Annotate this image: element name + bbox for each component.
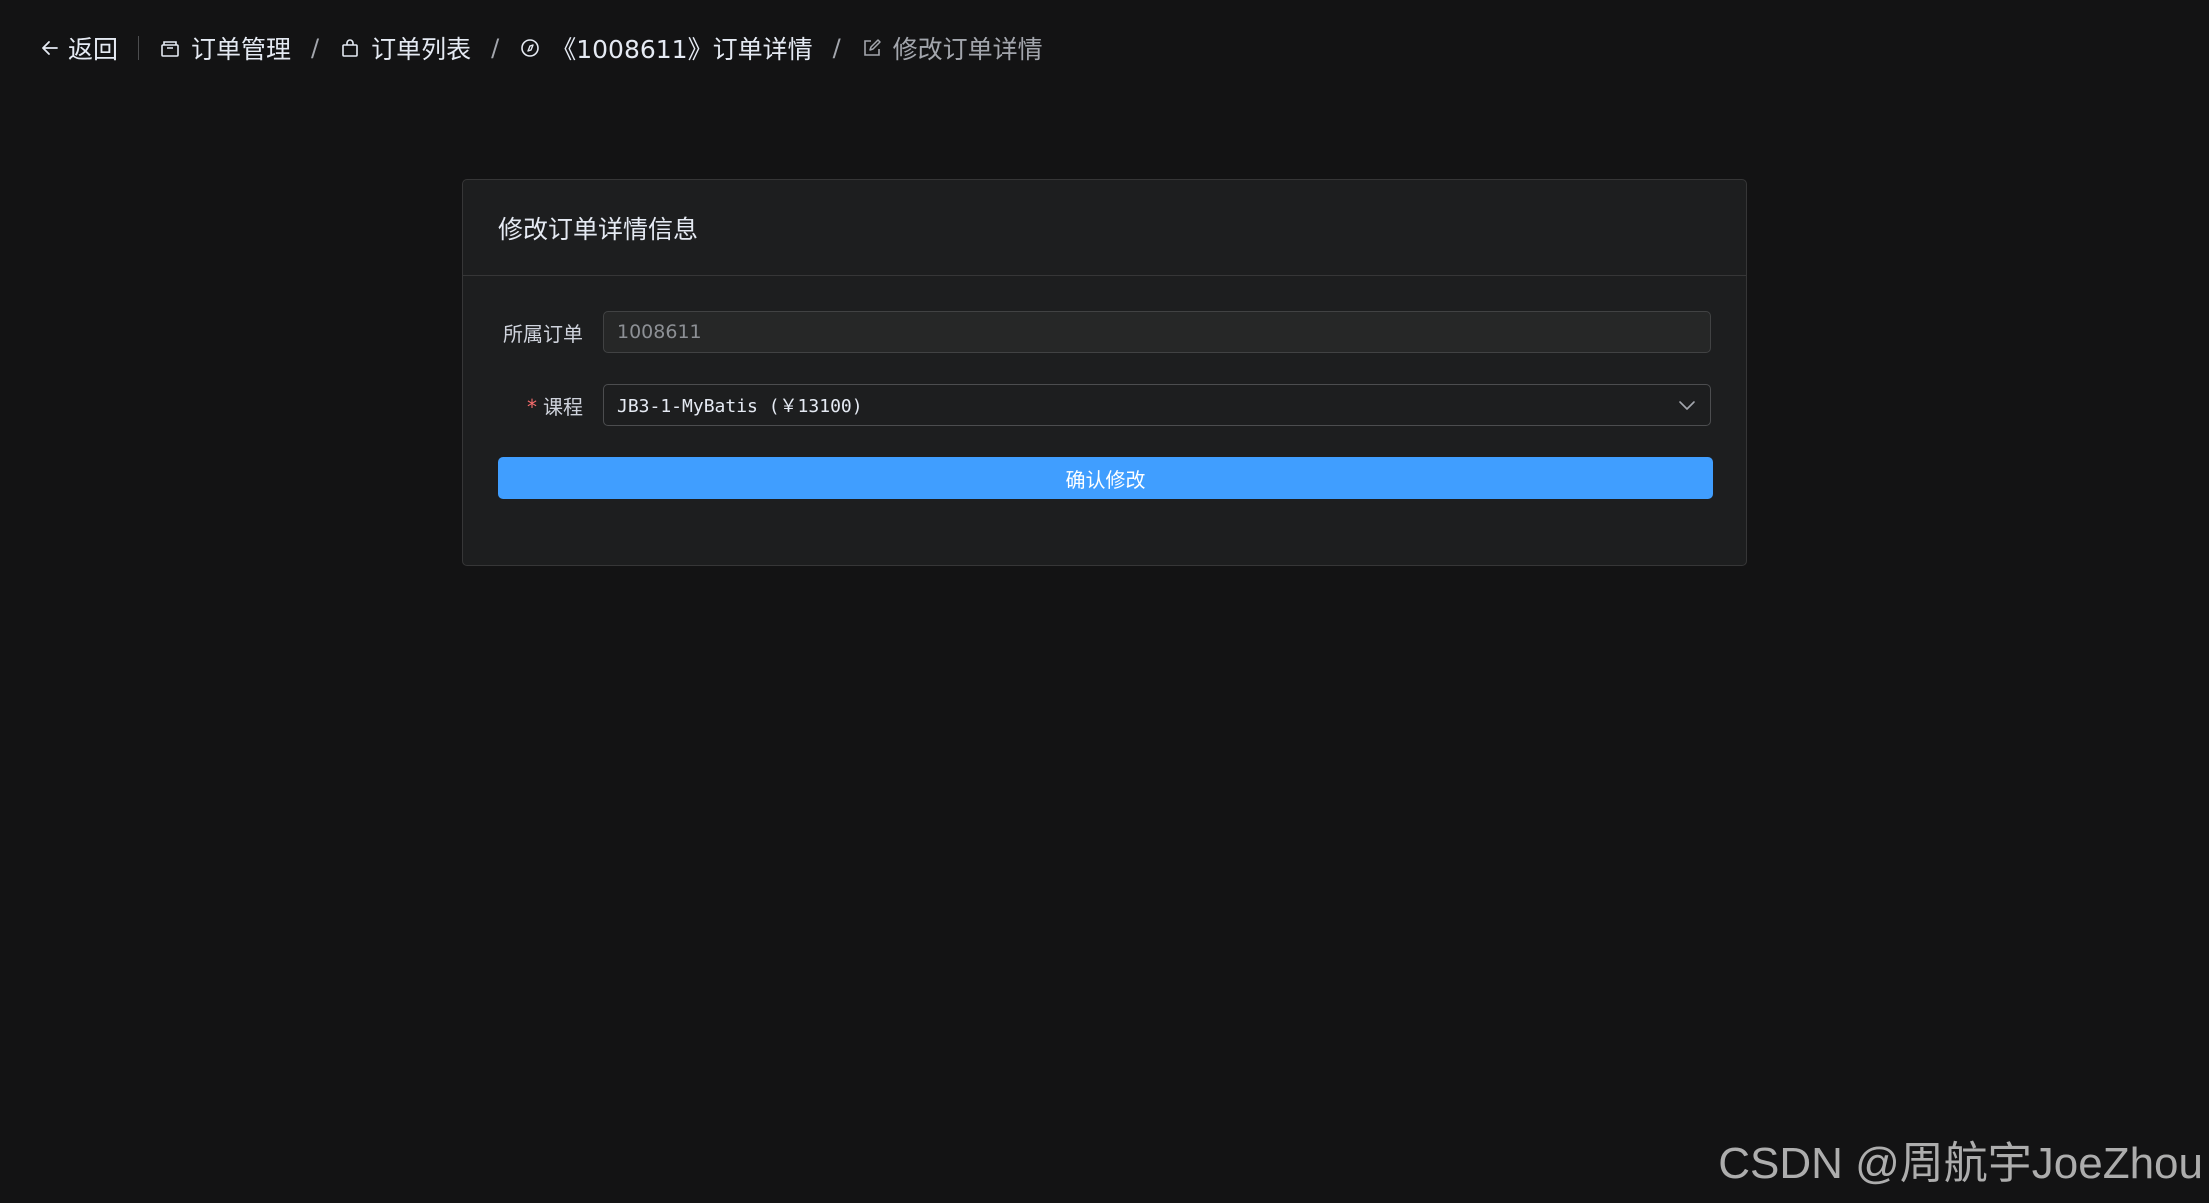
box-icon xyxy=(161,41,179,57)
breadcrumb-separator: / xyxy=(311,34,320,62)
required-mark: * xyxy=(527,394,537,419)
back-button[interactable]: 返回 xyxy=(40,30,118,66)
breadcrumb-label: 订单管理 xyxy=(191,35,292,64)
breadcrumb-edit-order-detail: 修改订单详情 xyxy=(861,30,1043,66)
breadcrumb-label: 订单列表 xyxy=(371,35,472,64)
course-field-label-text: 课程 xyxy=(543,394,583,419)
breadcrumb-separator: / xyxy=(491,34,500,62)
course-select-value: JB3-1-MyBatis (￥13100) xyxy=(617,396,863,417)
breadcrumb-order-detail[interactable]: 《1008611》订单详情 xyxy=(519,30,813,66)
back-label: 返回 xyxy=(68,35,119,64)
breadcrumb-order-management[interactable]: 订单管理 xyxy=(159,30,291,66)
watermark: CSDN @周航宇JoeZhou xyxy=(1718,1139,2203,1188)
card-title: 修改订单详情信息 xyxy=(463,180,1746,276)
edit-order-detail-card: 修改订单详情信息 所属订单 1008611 * 课程 JB3-1-MyBatis … xyxy=(462,179,1747,566)
breadcrumb-separator: / xyxy=(832,34,841,62)
order-field-label-text: 所属订单 xyxy=(503,321,583,346)
page: 返回 订单管理 / 订单列表 / 《1008611》订单详情 / 修改订单详情 … xyxy=(0,0,2209,1203)
course-select[interactable]: JB3-1-MyBatis (￥13100) xyxy=(603,384,1711,426)
breadcrumb-label: 《1008611》订单详情 xyxy=(551,35,813,64)
compass-icon xyxy=(521,39,540,57)
order-field-label: 所属订单 xyxy=(498,318,603,347)
order-input: 1008611 xyxy=(603,311,1711,353)
breadcrumb-label: 修改订单详情 xyxy=(892,35,1043,64)
order-input-value: 1008611 xyxy=(617,321,702,343)
page-header: 返回 订单管理 / 订单列表 / 《1008611》订单详情 / 修改订单详情 xyxy=(40,28,1043,68)
breadcrumb-order-list[interactable]: 订单列表 xyxy=(339,30,471,66)
confirm-edit-button[interactable]: 确认修改 xyxy=(498,457,1713,499)
edit-form: 所属订单 1008611 * 课程 JB3-1-MyBatis (￥13100) … xyxy=(463,276,1746,499)
bag-icon xyxy=(342,39,358,57)
header-divider xyxy=(138,36,140,60)
order-field-row: 所属订单 1008611 xyxy=(498,311,1711,353)
chevron-down-icon xyxy=(1679,401,1695,410)
arrow-left-icon xyxy=(42,41,58,55)
course-field-row: * 课程 JB3-1-MyBatis (￥13100) xyxy=(498,384,1711,426)
edit-icon xyxy=(863,39,881,56)
course-field-label: * 课程 xyxy=(498,391,603,420)
